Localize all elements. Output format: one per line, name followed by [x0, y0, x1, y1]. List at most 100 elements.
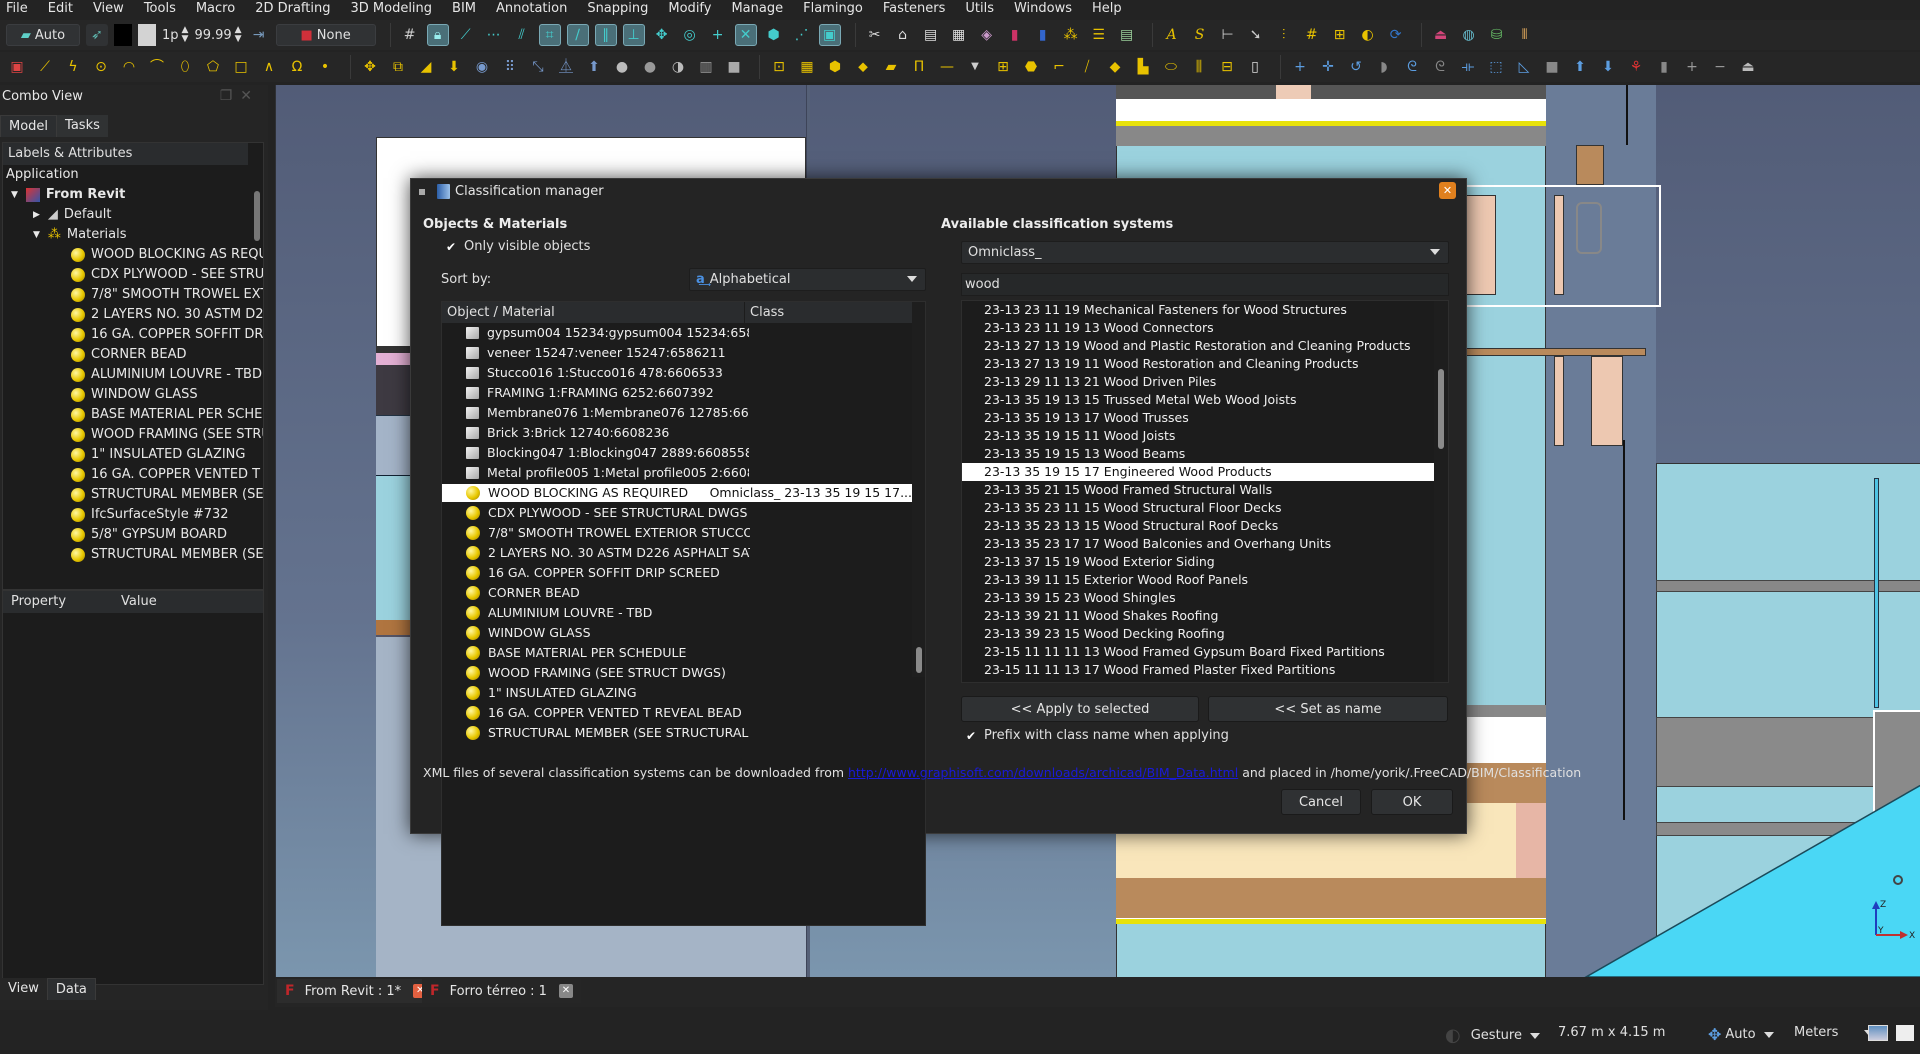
- arc-icon[interactable]: ◠: [118, 56, 140, 78]
- slab-icon[interactable]: ▰: [880, 56, 902, 78]
- tree-material-item[interactable]: 2 LAYERS NO. 30 ASTM D226 ASPHALT: [71, 305, 263, 325]
- class-row[interactable]: 23-13 35 23 11 15 Wood Structural Floor …: [962, 499, 1434, 517]
- class-row[interactable]: 23-13 27 13 19 Wood and Plastic Restorat…: [962, 337, 1434, 355]
- export-icon[interactable]: ⏏: [1737, 56, 1759, 78]
- bim-schedule-icon[interactable]: ▤: [1116, 24, 1138, 46]
- class-row[interactable]: 23-13 39 23 15 Wood Decking Roofing: [962, 625, 1434, 643]
- object-row[interactable]: Metal profile005 1:Metal profile005 2:66…: [442, 464, 912, 482]
- snap-lock-icon[interactable]: 🔒︎: [426, 24, 449, 46]
- extrude-icon[interactable]: ◢: [415, 56, 437, 78]
- window-menu-icon[interactable]: [419, 188, 425, 195]
- download-link[interactable]: http://www.graphisoft.com/downloads/arch…: [848, 765, 1238, 780]
- doc-tab-forro-terreo[interactable]: F Forro térreo : 1 ✕: [422, 979, 581, 1003]
- tab-data[interactable]: Data: [46, 978, 96, 1000]
- close-panel-icon[interactable]: ✕: [240, 88, 260, 104]
- class-row[interactable]: 23-13 35 19 15 13 Wood Beams: [962, 445, 1434, 463]
- shell-icon[interactable]: ▥: [695, 56, 717, 78]
- move-up-icon[interactable]: ⬆: [1569, 56, 1591, 78]
- snap-parallel-icon[interactable]: ∥: [594, 24, 617, 46]
- dimension-icon[interactable]: ⊢: [1217, 24, 1239, 46]
- font-size-spinbox[interactable]: 99.99 ▲ ▼: [194, 26, 241, 44]
- monitor-icon[interactable]: [1868, 1025, 1888, 1041]
- object-row[interactable]: STRUCTURAL MEMBER (SEE STRUCTURAL DWG...: [442, 724, 912, 742]
- working-plane-button[interactable]: ▰ Auto: [6, 24, 80, 46]
- tree-item-materials[interactable]: ▼ ⁂ Materials: [33, 225, 127, 245]
- class-column-header[interactable]: Class: [745, 302, 784, 323]
- object-row[interactable]: CORNER BEAD: [442, 584, 912, 602]
- beam-icon[interactable]: ⬥: [852, 56, 874, 78]
- bim-setup-icon[interactable]: ✂: [864, 24, 886, 46]
- object-row[interactable]: 7/8" SMOOTH TROWEL EXTERIOR STUCCO OVE..…: [442, 524, 912, 542]
- tab-tasks[interactable]: Tasks: [57, 115, 108, 137]
- class-row[interactable]: 23-13 29 11 13 21 Wood Driven Piles: [962, 373, 1434, 391]
- class-row[interactable]: 23-13 35 21 15 Wood Framed Structural Wa…: [962, 481, 1434, 499]
- tree-material-item[interactable]: WINDOW GLASS: [71, 385, 198, 405]
- tree-material-item[interactable]: WOOD FRAMING (SEE STRUCT DWGS): [71, 425, 263, 445]
- polyline-icon[interactable]: ϟ: [62, 56, 84, 78]
- menu-help[interactable]: Help: [1092, 1, 1122, 17]
- wall-icon[interactable]: ⊡: [768, 56, 790, 78]
- menu-3d-modeling[interactable]: 3D Modeling: [350, 1, 432, 17]
- units-select[interactable]: Meters: [1794, 1025, 1875, 1040]
- zoom-in-icon[interactable]: +: [1681, 56, 1703, 78]
- grid-toggle-icon[interactable]: [1896, 1025, 1914, 1041]
- panel-icon[interactable]: ◆: [1104, 56, 1126, 78]
- stack-icon[interactable]: ⛁: [1486, 24, 1508, 46]
- object-row[interactable]: 1" INSULATED GLAZING: [442, 684, 912, 702]
- close-dialog-button[interactable]: ✕: [1439, 182, 1456, 199]
- snap-mode-select[interactable]: ✥ Auto: [1708, 1025, 1774, 1044]
- tab-view[interactable]: View: [0, 978, 47, 1000]
- frame-icon[interactable]: ⧸: [1076, 56, 1098, 78]
- clip-icon[interactable]: ◺: [1513, 56, 1535, 78]
- hide-icon[interactable]: ᘓ: [1401, 56, 1423, 78]
- tree-material-item[interactable]: BASE MATERIAL PER SCHEDULE: [71, 405, 263, 425]
- axis-icon[interactable]: ⫶: [1273, 24, 1295, 46]
- classes-scrollbar-thumb[interactable]: [1438, 369, 1444, 449]
- text-icon[interactable]: A: [1161, 24, 1183, 46]
- rectangle-icon[interactable]: □: [230, 56, 252, 78]
- bim-library-icon[interactable]: ▤: [920, 24, 942, 46]
- ok-button[interactable]: OK: [1371, 789, 1453, 815]
- polygon-icon[interactable]: ⬠: [202, 56, 224, 78]
- tree-material-item[interactable]: STRUCTURAL MEMBER (SEE STRUCTURAL: [71, 485, 263, 505]
- cutplane-icon[interactable]: ◗: [1373, 56, 1395, 78]
- move-down-icon[interactable]: ⬇: [1597, 56, 1619, 78]
- sketch-icon[interactable]: ▣: [6, 56, 28, 78]
- bezier-icon[interactable]: Ω: [286, 56, 308, 78]
- doc-tab-from-revit[interactable]: F From Revit : 1* ✕: [277, 979, 436, 1003]
- snap-center-icon[interactable]: ⫽: [511, 24, 533, 46]
- box-icon[interactable]: ■: [723, 56, 745, 78]
- class-search-input[interactable]: wood: [961, 273, 1449, 296]
- object-row[interactable]: gypsum004 15234:gypsum004 15234:6586197: [442, 324, 912, 342]
- rotate-view-icon[interactable]: ↺: [1345, 56, 1367, 78]
- move-icon[interactable]: ✥: [359, 56, 381, 78]
- dropdown-icon[interactable]: ▼: [964, 56, 986, 78]
- bim-views-icon[interactable]: ◈: [976, 24, 998, 46]
- menu-annotation[interactable]: Annotation: [496, 1, 567, 17]
- menu-bim[interactable]: BIM: [452, 1, 476, 17]
- object-column-header[interactable]: Object / Material: [442, 302, 745, 323]
- line-color-swatch[interactable]: [114, 24, 132, 46]
- class-row[interactable]: 23-13 39 11 15 Exterior Wood Roof Panels: [962, 571, 1434, 589]
- add-icon[interactable]: +: [1289, 56, 1311, 78]
- space-icon[interactable]: ⊟: [1216, 56, 1238, 78]
- path-array-icon[interactable]: ⤡: [527, 56, 549, 78]
- fuse-icon[interactable]: ●: [611, 56, 633, 78]
- menu-windows[interactable]: Windows: [1014, 1, 1072, 17]
- object-row[interactable]: WOOD BLOCKING AS REQUIRED Omniclass_ 23-1…: [442, 484, 912, 502]
- snap-endpoint-icon[interactable]: ⟋: [455, 24, 477, 46]
- zoom-out-icon[interactable]: −: [1709, 56, 1731, 78]
- class-row[interactable]: 23-15 11 11 11 13 Wood Framed Gypsum Boa…: [962, 643, 1434, 661]
- upgrade-icon[interactable]: ⬆: [583, 56, 605, 78]
- menu-edit[interactable]: Edit: [48, 1, 73, 17]
- snap-ortho-icon[interactable]: +: [707, 24, 729, 46]
- classification-system-select[interactable]: Omniclass_: [961, 241, 1449, 264]
- clone-icon[interactable]: ◉: [471, 56, 493, 78]
- class-row[interactable]: 23-15 11 11 13 17 Wood Framed Plaster Fi…: [962, 661, 1434, 679]
- bim-classification-icon[interactable]: ⁂: [1060, 24, 1082, 46]
- face-color-swatch[interactable]: [138, 24, 156, 46]
- point-icon[interactable]: •: [314, 56, 336, 78]
- grid-icon[interactable]: #: [399, 24, 421, 46]
- object-row[interactable]: veneer 15247:veneer 15247:6586211: [442, 344, 912, 362]
- apply-style-icon[interactable]: ⇥: [248, 24, 270, 46]
